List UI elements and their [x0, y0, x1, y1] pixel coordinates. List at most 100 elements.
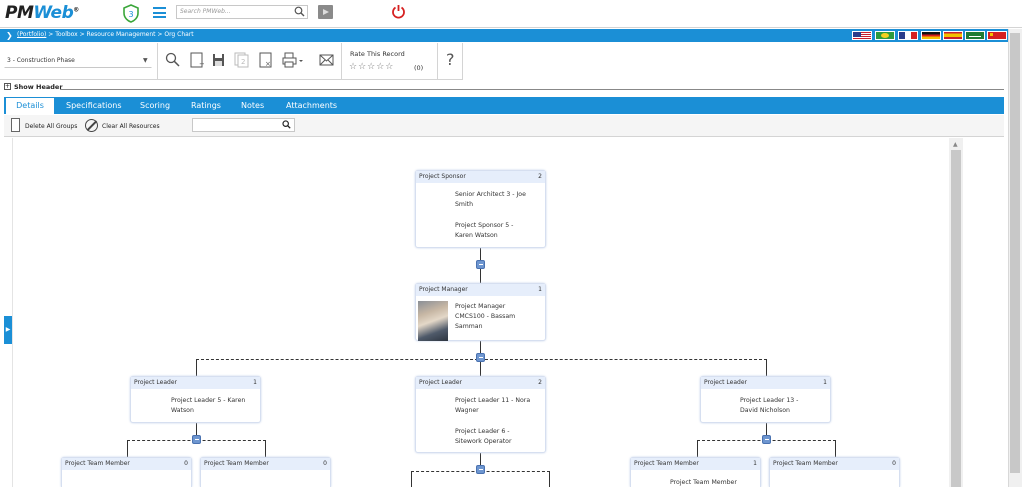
- node-resource-line: Smith: [455, 201, 474, 208]
- shield-icon[interactable]: 3: [122, 4, 140, 23]
- logo-text-web: Web: [33, 3, 74, 23]
- node-count: 0: [892, 460, 896, 467]
- node-resource-line: Project Manager: [455, 303, 506, 310]
- add-new-icon[interactable]: +: [189, 52, 204, 68]
- connector-line: [411, 471, 412, 487]
- rating-count: (0): [414, 64, 424, 72]
- svg-text:×: ×: [265, 60, 271, 68]
- scroll-up-arrow-icon[interactable]: ▲: [953, 141, 958, 148]
- rate-record-label: Rate This Record: [350, 50, 405, 58]
- node-resource-line: Karen Watson: [455, 232, 498, 239]
- toolbar-divider: [341, 43, 342, 79]
- connector-line: [766, 359, 767, 376]
- tab-details[interactable]: Details: [6, 98, 54, 114]
- help-icon[interactable]: ?: [446, 50, 455, 69]
- collapse-manager-icon[interactable]: [476, 353, 485, 362]
- canvas-scrollbar-thumb[interactable]: [951, 150, 961, 487]
- node-count: 1: [753, 460, 757, 467]
- node-title: Project Team Member: [773, 460, 838, 467]
- connector-line: [480, 362, 481, 376]
- resource-search-input[interactable]: [192, 118, 295, 132]
- expand-header-icon[interactable]: +: [4, 83, 11, 90]
- tab-notes[interactable]: Notes: [241, 101, 264, 110]
- search-icon[interactable]: [294, 6, 305, 17]
- node-count: 1: [823, 379, 827, 386]
- node-resource-line: Project Team Member: [670, 479, 737, 486]
- node-resource-line: Project Leader 13 -: [740, 397, 799, 404]
- search-icon[interactable]: [282, 120, 291, 129]
- china-flag-icon[interactable]: [987, 31, 1007, 40]
- toolbar-divider: [437, 43, 438, 79]
- resource-photo: [418, 301, 448, 341]
- tab-attachments[interactable]: Attachments: [286, 101, 337, 110]
- org-node-team-member[interactable]: Project Team Member 0: [200, 457, 331, 487]
- show-header-toggle[interactable]: Show Header: [14, 83, 63, 91]
- node-count: 1: [538, 286, 542, 293]
- video-tutorial-icon[interactable]: [318, 5, 333, 19]
- collapse-sponsor-icon[interactable]: [476, 260, 485, 269]
- node-resource-line: Project Leader 11 - Nora: [455, 397, 531, 404]
- node-resource-line: David Nicholson: [740, 407, 790, 414]
- save-icon[interactable]: [211, 52, 226, 68]
- find-icon[interactable]: [165, 52, 180, 68]
- connector-line: [480, 248, 481, 260]
- collapse-leader3-icon[interactable]: [762, 435, 771, 444]
- us-flag-icon[interactable]: [852, 31, 872, 40]
- clear-resources-icon[interactable]: [85, 119, 98, 132]
- node-resource-line: Samman: [455, 323, 483, 330]
- org-node-team-member[interactable]: Project Team Member 0: [769, 457, 900, 487]
- node-title: Project Leader: [134, 379, 178, 386]
- global-search-input[interactable]: Search PMWeb...: [176, 5, 308, 19]
- node-resource-line: Watson: [171, 407, 194, 414]
- org-node-team-member[interactable]: Project Team Member 0: [61, 457, 192, 487]
- svg-text:2: 2: [241, 58, 245, 66]
- logo-text-pm: PM: [5, 3, 34, 23]
- breadcrumb-portfolio-link[interactable]: (Portfolio): [17, 31, 46, 38]
- node-count: 2: [538, 379, 542, 386]
- node-title: Project Leader: [419, 379, 463, 386]
- tab-ratings[interactable]: Ratings: [191, 101, 221, 110]
- saudi-flag-icon[interactable]: [965, 31, 985, 40]
- chevron-down-icon[interactable]: ▼: [143, 57, 148, 64]
- node-title: Project Manager: [419, 286, 468, 293]
- spain-flag-icon[interactable]: [943, 31, 963, 40]
- delete-icon[interactable]: ×: [258, 52, 273, 68]
- print-icon[interactable]: [282, 52, 304, 68]
- brazil-flag-icon[interactable]: [875, 31, 895, 40]
- delete-all-groups-button[interactable]: Delete All Groups: [25, 123, 77, 130]
- side-panel-toggle-icon[interactable]: ▶: [4, 316, 12, 344]
- rating-stars[interactable]: ☆☆☆☆☆: [349, 62, 394, 72]
- connector-line: [480, 341, 481, 353]
- node-count: 0: [323, 460, 327, 467]
- collapse-leader1-icon[interactable]: [192, 435, 201, 444]
- copy-icon[interactable]: 2: [234, 52, 249, 68]
- svg-text:+: +: [199, 60, 204, 68]
- collapse-leader2-icon[interactable]: [476, 465, 485, 474]
- toolbar-divider: [157, 43, 158, 79]
- email-icon[interactable]: [319, 52, 334, 68]
- connector-line: [480, 453, 481, 465]
- node-resource-line: CMCS100 - Bassam: [455, 313, 516, 320]
- node-resource-line: Project Leader 6 -: [455, 428, 510, 435]
- node-resource-line: Senior Architect 3 - Joe: [455, 191, 526, 198]
- header-divider: [60, 89, 1004, 90]
- connector-line: [196, 423, 197, 435]
- hamburger-menu-icon[interactable]: [153, 7, 166, 18]
- shield-badge-count: 3: [128, 10, 133, 19]
- node-resource-line: Wagner: [455, 407, 479, 414]
- tab-specifications[interactable]: Specifications: [66, 101, 122, 110]
- connector-line: [480, 269, 481, 283]
- node-resource-line: Sitework Operator: [455, 438, 512, 445]
- node-title: Project Team Member: [634, 460, 699, 467]
- france-flag-icon[interactable]: [898, 31, 918, 40]
- clear-all-resources-button[interactable]: Clear All Resources: [102, 123, 160, 130]
- pmweb-logo[interactable]: PMWeb®: [5, 3, 79, 23]
- page-scrollbar-thumb[interactable]: [1010, 33, 1020, 473]
- connector-line: [835, 440, 836, 457]
- power-logout-icon[interactable]: [391, 4, 406, 19]
- phase-select[interactable]: 3 - Construction Phase: [4, 54, 152, 68]
- germany-flag-icon[interactable]: [921, 31, 941, 40]
- tab-scoring[interactable]: Scoring: [140, 101, 170, 110]
- node-count: 2: [538, 173, 542, 180]
- delete-groups-icon[interactable]: [11, 118, 20, 132]
